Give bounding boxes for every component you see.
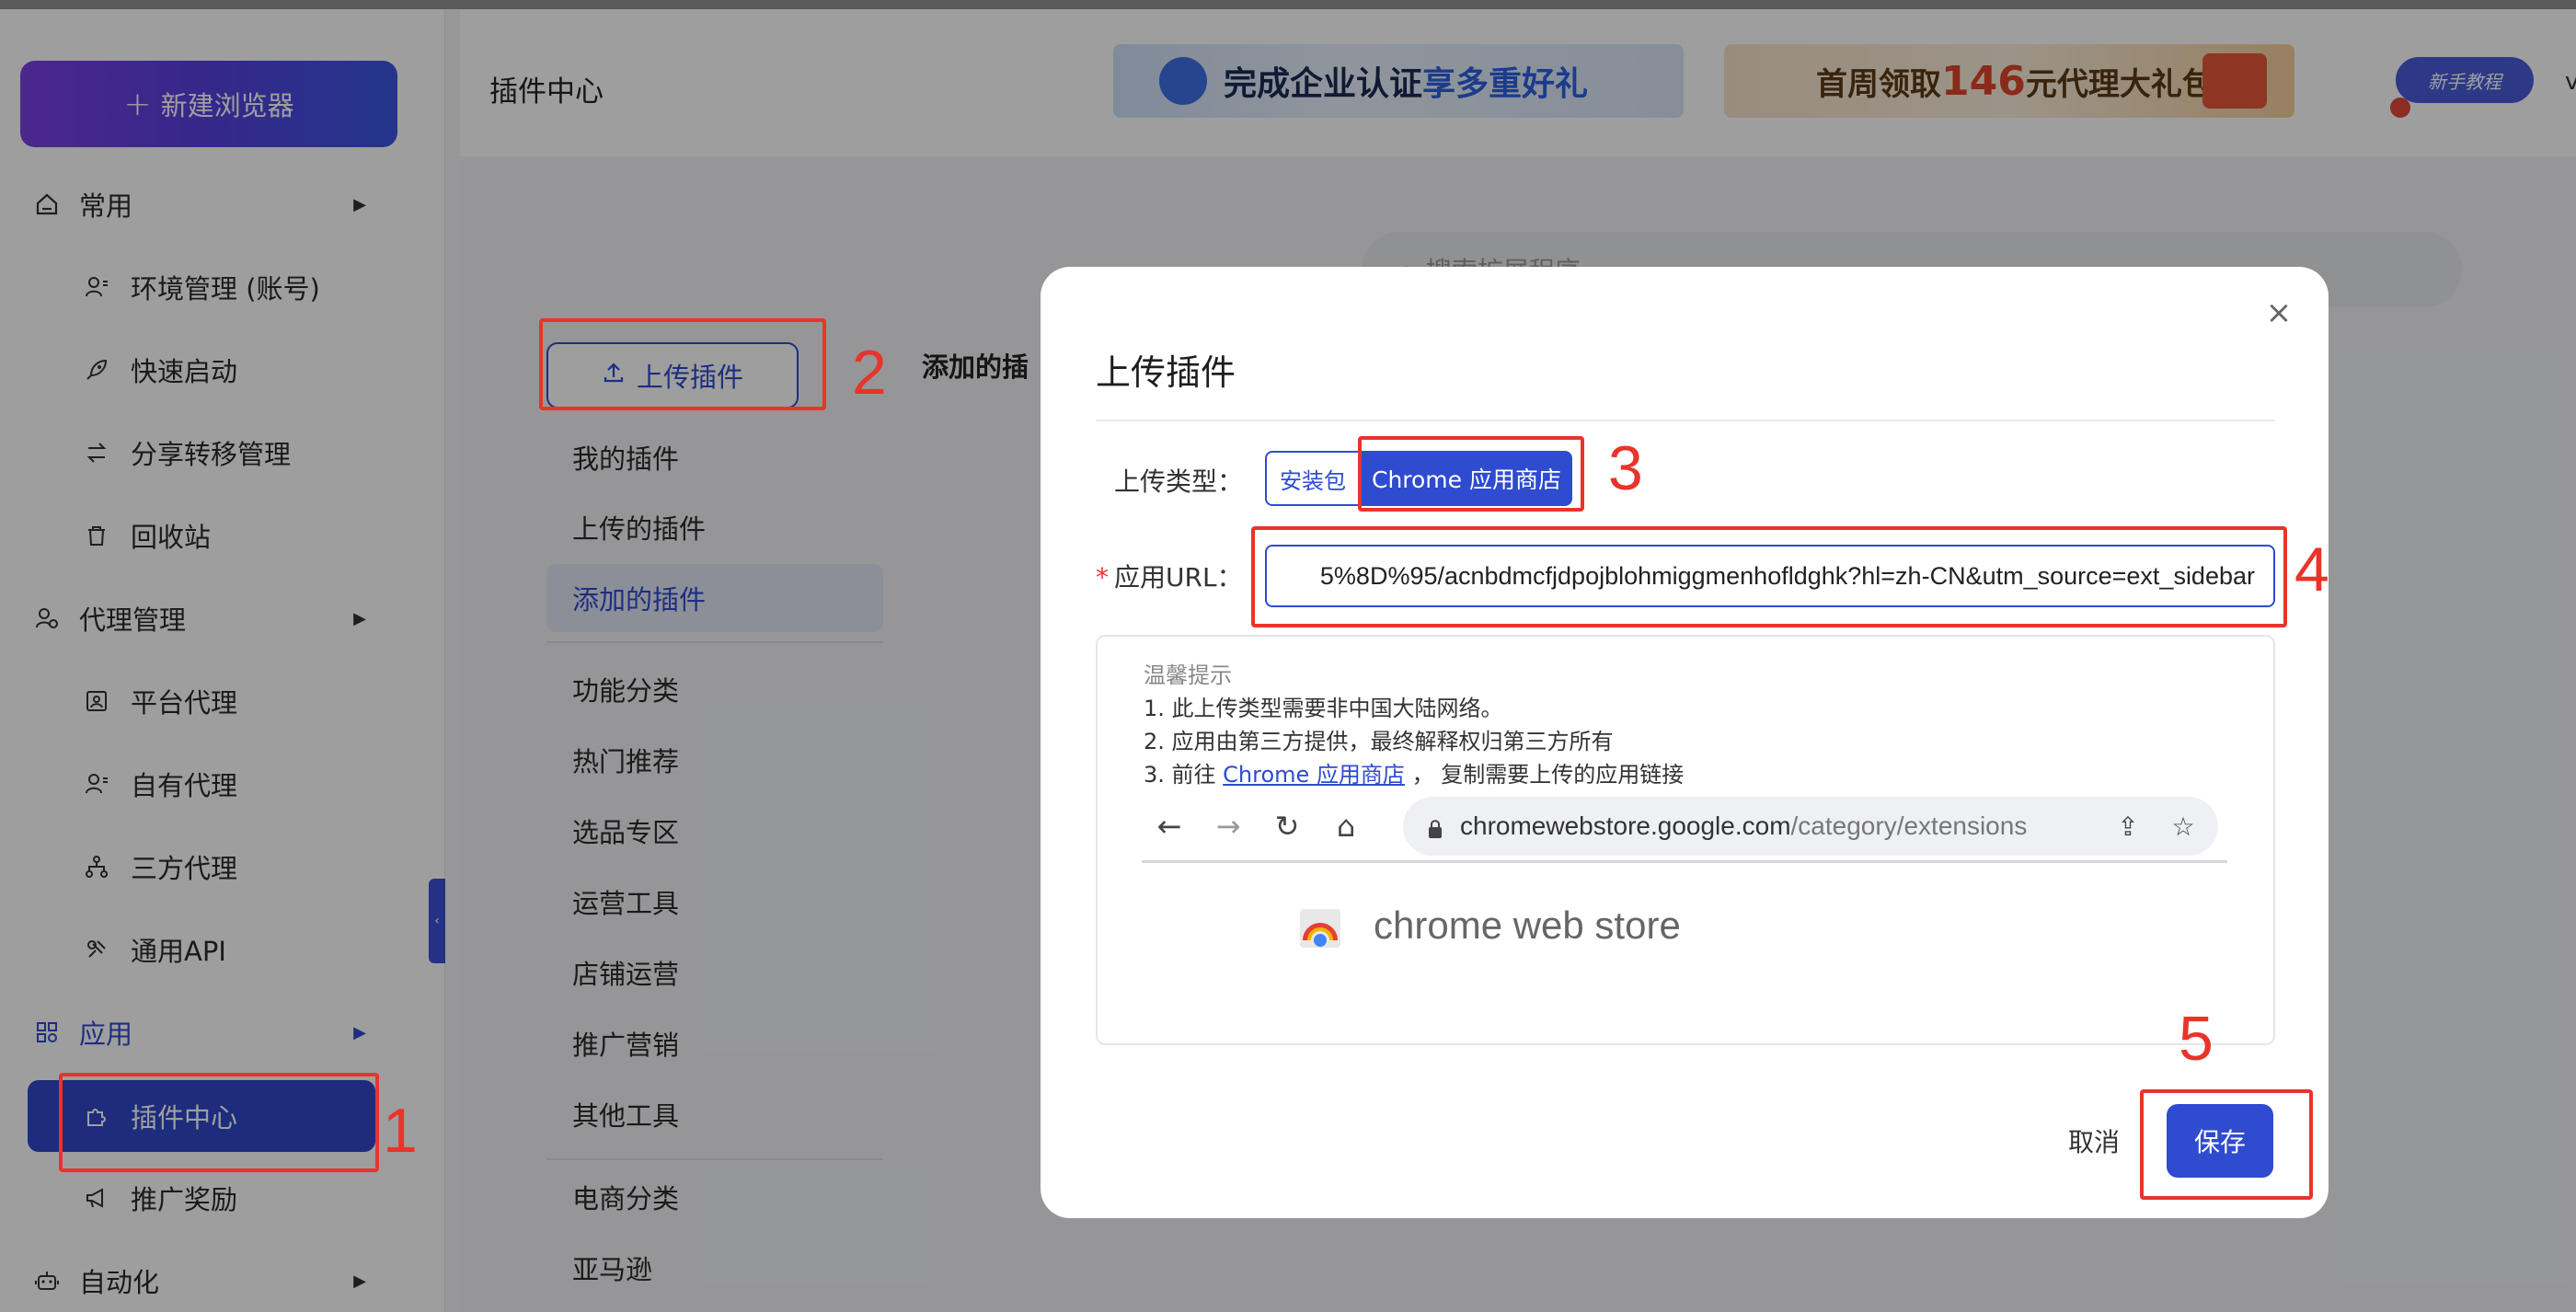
annotation-box-1 — [59, 1073, 379, 1172]
cancel-button[interactable]: 取消 — [2053, 1115, 2135, 1167]
tip-line: 3. 前往 Chrome 应用商店 ， 复制需要上传的应用链接 — [1144, 756, 1684, 788]
lock-icon — [1427, 816, 1443, 838]
top-strip — [0, 0, 2576, 9]
home-icon: ⌂ — [1336, 809, 1356, 844]
back-arrow-icon: ← — [1156, 809, 1182, 844]
upload-type-label: 上传类型： — [1114, 466, 1244, 497]
annotation-box-2 — [539, 318, 826, 410]
tips-panel: 温馨提示 1. 此上传类型需要非中国大陆网络。 2. 应用由第三方提供，最终解释… — [1096, 635, 2275, 1045]
tip3-prefix: 3. 前往 — [1144, 762, 1216, 788]
browser-screenshot-toolbar: ← → ↻ ⌂ chromewebstore.google.com/catego… — [1142, 791, 2227, 863]
annotation-box-4 — [1251, 526, 2287, 627]
annotation-number-4: 4 — [2294, 535, 2329, 604]
annotation-box-3 — [1358, 436, 1584, 512]
reload-icon: ↻ — [1274, 809, 1300, 844]
dialog-title: 上传插件 — [1096, 352, 1236, 393]
tips-title: 温馨提示 — [1144, 662, 1232, 688]
forward-arrow-icon: → — [1215, 809, 1241, 844]
url-label-text: 应用URL： — [1114, 562, 1243, 593]
annotation-number-1: 1 — [383, 1096, 418, 1166]
address-path: /category/extensions — [1790, 811, 2028, 840]
close-icon[interactable]: × — [2260, 294, 2297, 331]
annotation-box-5 — [2140, 1089, 2313, 1200]
divider — [1096, 420, 2275, 421]
share-icon: ⇪ — [2117, 811, 2139, 841]
star-icon: ☆ — [2171, 811, 2195, 841]
required-marker: * — [1096, 562, 1109, 593]
url-label: * 应用URL： — [1096, 558, 1243, 594]
chrome-web-store-logo — [1296, 903, 1344, 951]
tip-line: 1. 此上传类型需要非中国大陆网络。 — [1144, 696, 1503, 721]
upload-plugin-dialog: × 上传插件 上传类型： 安装包 Chrome 应用商店 *应用URL： 温馨提… — [1041, 267, 2329, 1218]
address-host: chromewebstore.google.com — [1460, 811, 1791, 840]
annotation-number-5: 5 — [2179, 1004, 2214, 1074]
chrome-store-link[interactable]: Chrome 应用商店 — [1223, 762, 1405, 788]
type-option-package[interactable]: 安装包 — [1265, 451, 1361, 506]
address-bar: chromewebstore.google.com/category/exten… — [1403, 797, 2218, 856]
annotation-number-3: 3 — [1608, 433, 1643, 503]
tip3-suffix: ， 复制需要上传的应用链接 — [1411, 762, 1685, 788]
annotation-number-2: 2 — [852, 338, 887, 408]
store-name: chrome web store — [1374, 903, 1681, 947]
tip-line: 2. 应用由第三方提供，最终解释权归第三方所有 — [1144, 729, 1614, 754]
